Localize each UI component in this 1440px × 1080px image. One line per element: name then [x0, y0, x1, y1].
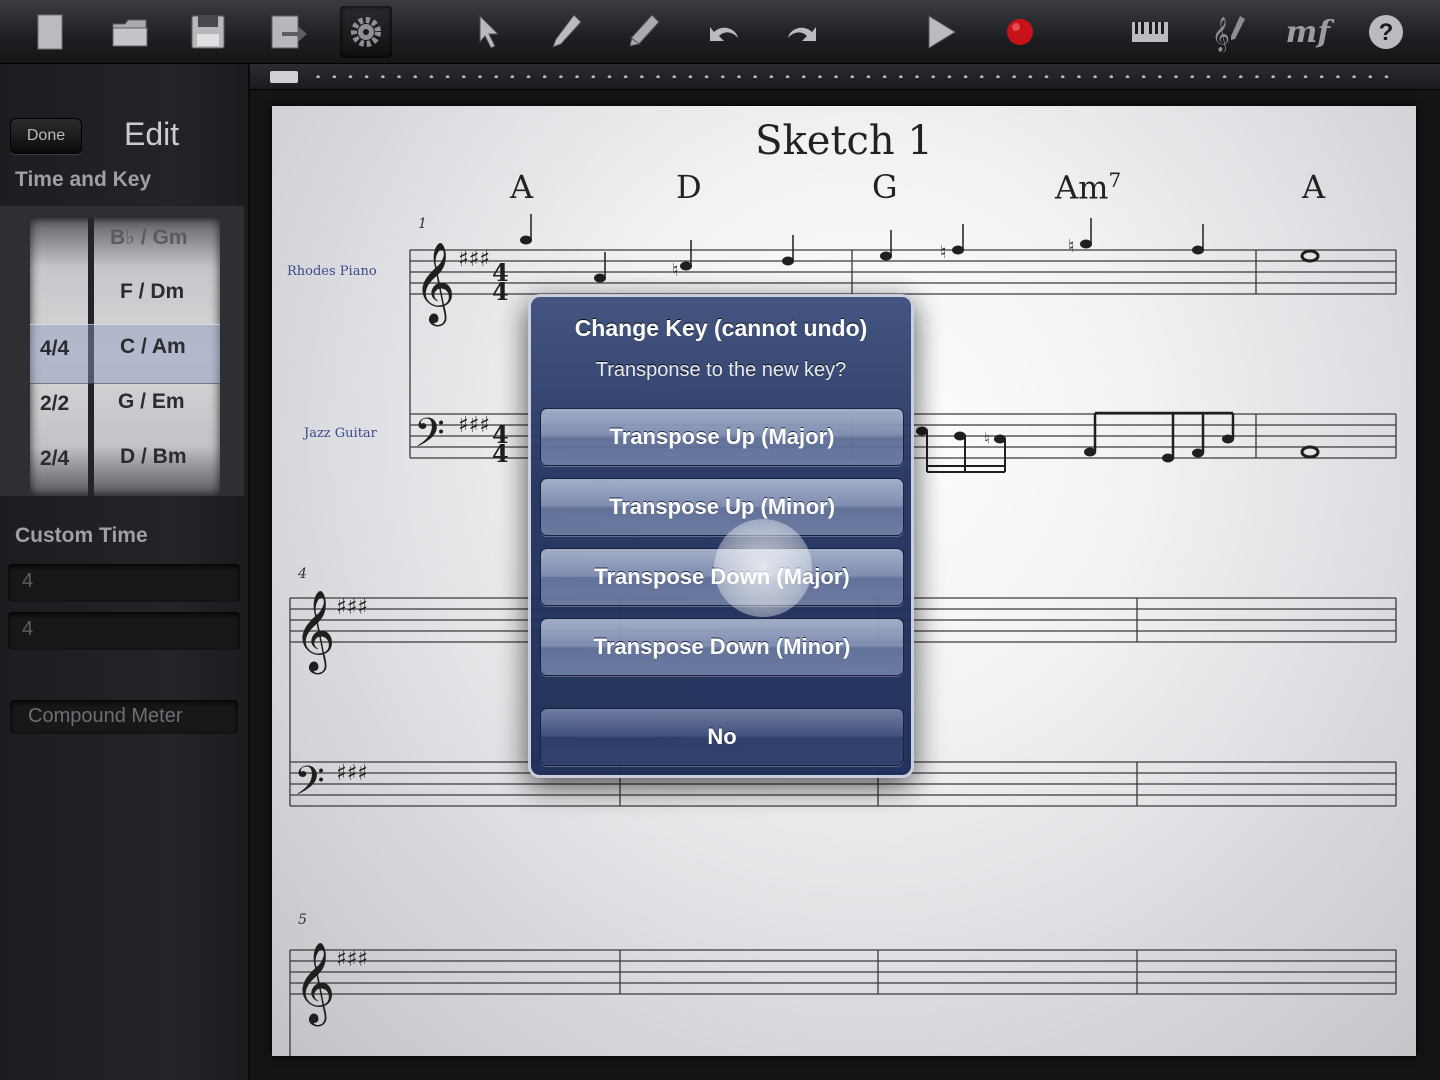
bass-clef-icon: 𝄢: [294, 758, 325, 814]
time-option[interactable]: 2/2: [40, 392, 69, 416]
transpose-down-minor-button[interactable]: Transpose Down (Minor): [540, 618, 904, 676]
bass-clef-icon: 𝄢: [414, 410, 445, 466]
dynamics-icon[interactable]: mf: [1282, 6, 1334, 58]
svg-text:♯♯♯: ♯♯♯: [458, 247, 490, 272]
treble-clef-icon: 𝄞: [294, 941, 335, 1026]
svg-text:♯♯♯: ♯♯♯: [336, 595, 368, 620]
svg-text:♮: ♮: [672, 260, 678, 281]
treble-clef-icon: 𝄞: [414, 241, 455, 326]
dynamics-label: mf: [1285, 14, 1331, 50]
treble-clef-icon: 𝄞: [294, 589, 335, 674]
key-option[interactable]: B♭ / Gm: [110, 225, 188, 250]
redo-icon[interactable]: [776, 6, 828, 58]
transpose-up-minor-button[interactable]: Transpose Up (Minor): [540, 478, 904, 536]
svg-text:♮: ♮: [940, 242, 946, 263]
svg-text:4: 4: [492, 277, 509, 306]
pencil-icon[interactable]: [540, 6, 592, 58]
no-button[interactable]: No: [540, 708, 904, 766]
svg-text:♮: ♮: [984, 429, 990, 448]
key-option[interactable]: C / Am: [120, 335, 186, 359]
open-folder-icon[interactable]: [104, 6, 156, 58]
new-document-icon[interactable]: [24, 6, 76, 58]
change-key-alert: Change Key (cannot undo) Transponse to t…: [528, 294, 914, 778]
notation-tools-icon[interactable]: 𝄞: [1204, 6, 1256, 58]
svg-text:𝄞: 𝄞: [1212, 17, 1230, 52]
record-icon[interactable]: [994, 6, 1046, 58]
custom-time-top-value: 4: [22, 570, 34, 592]
key-option[interactable]: G / Em: [118, 390, 185, 414]
svg-text:♮: ♮: [1068, 236, 1074, 257]
custom-time-bottom-value: 4: [22, 618, 34, 640]
undo-icon[interactable]: [698, 6, 750, 58]
ruler-ticks: [310, 75, 1400, 78]
key-option[interactable]: D / Bm: [120, 445, 187, 469]
time-option[interactable]: 2/4: [40, 447, 69, 471]
settings-gear-icon[interactable]: [340, 6, 392, 58]
custom-time-bottom-field[interactable]: 4: [8, 612, 240, 650]
play-icon[interactable]: [914, 6, 966, 58]
custom-time-top-field[interactable]: 4: [8, 564, 240, 602]
save-icon[interactable]: [182, 6, 234, 58]
timeline-ruler[interactable]: [250, 64, 1440, 90]
keyboard-icon[interactable]: [1124, 6, 1176, 58]
main-toolbar: 𝄞 mf ?: [0, 0, 1440, 64]
edit-sidebar: Done Edit Time and Key 4/4 2/2 2/4 B♭ / …: [0, 64, 250, 1080]
alert-message: Transponse to the new key?: [595, 359, 847, 381]
compound-meter-toggle[interactable]: Compound Meter: [10, 700, 238, 734]
done-button[interactable]: Done: [10, 118, 82, 154]
playhead-start-marker[interactable]: [270, 71, 298, 83]
sidebar-title: Edit: [124, 116, 180, 152]
time-option[interactable]: 4/4: [40, 337, 69, 361]
svg-text:♯♯♯: ♯♯♯: [336, 947, 368, 972]
svg-text:♯♯♯: ♯♯♯: [336, 761, 368, 786]
alert-title: Change Key (cannot undo): [574, 315, 868, 341]
select-arrow-icon[interactable]: [462, 6, 514, 58]
key-option[interactable]: F / Dm: [120, 280, 184, 304]
time-and-key-label: Time and Key: [15, 168, 152, 191]
eraser-icon[interactable]: [618, 6, 670, 58]
svg-text:♯♯♯: ♯♯♯: [458, 413, 490, 438]
export-icon[interactable]: [262, 6, 314, 58]
time-key-picker[interactable]: 4/4 2/2 2/4 B♭ / Gm F / Dm C / Am G / Em…: [0, 206, 244, 496]
custom-time-label: Custom Time: [15, 524, 148, 547]
svg-text:?: ?: [1379, 19, 1394, 46]
svg-text:4: 4: [492, 439, 509, 468]
touch-indicator: [714, 519, 812, 617]
help-icon[interactable]: ?: [1360, 6, 1412, 58]
transpose-up-major-button[interactable]: Transpose Up (Major): [540, 408, 904, 466]
